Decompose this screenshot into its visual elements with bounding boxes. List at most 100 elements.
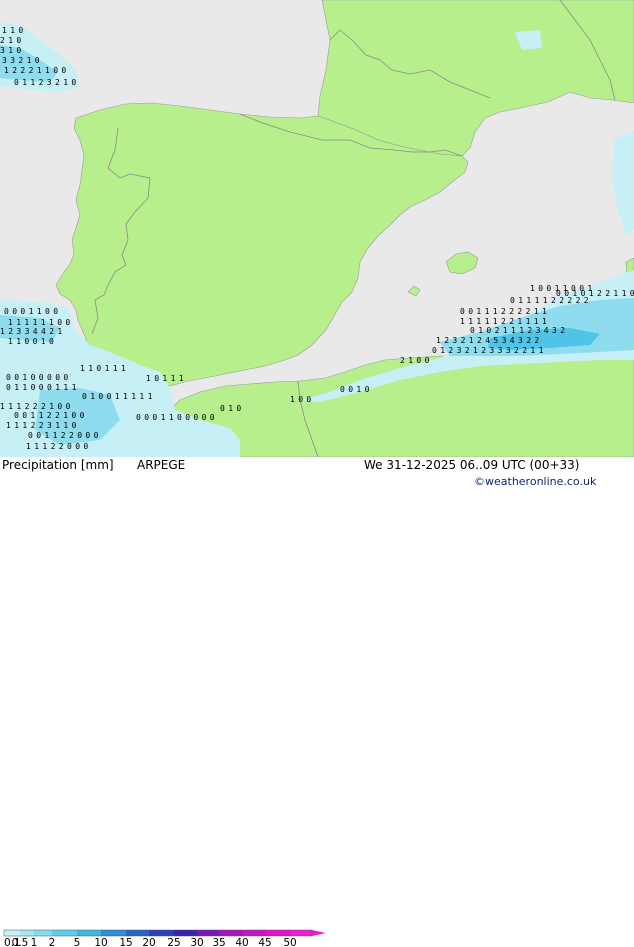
precip-value: 1: [146, 374, 151, 383]
precip-value: 1: [123, 392, 128, 401]
precip-value: 0: [210, 413, 215, 422]
precip-value: 3: [489, 346, 494, 355]
precip-value: 1: [161, 413, 166, 422]
legend-tick-label: 2: [49, 937, 56, 947]
precip-value: 0: [136, 413, 141, 422]
legend-swatch-30: [197, 930, 219, 936]
precip-value: 1: [49, 318, 54, 327]
precip-value: 0: [57, 402, 62, 411]
precip-value: 1: [8, 318, 13, 327]
precip-value: 0: [71, 411, 76, 420]
precip-value: 1: [503, 326, 508, 335]
precip-value: 1: [53, 431, 58, 440]
precip-value: 1: [0, 402, 5, 411]
precip-value: 2: [55, 411, 60, 420]
precip-value: 4: [485, 336, 490, 345]
precip-value: 1: [356, 385, 361, 394]
precipitation-title: Precipitation [mm]: [2, 458, 114, 472]
precip-value: 0: [202, 413, 207, 422]
precip-value: 1: [63, 78, 68, 87]
precip-value: 2: [526, 307, 531, 316]
precip-value: 0: [71, 78, 76, 87]
precip-value: 1: [476, 307, 481, 316]
precip-value: 1: [41, 318, 46, 327]
precip-value: 1: [535, 296, 540, 305]
precip-value: 4: [33, 327, 38, 336]
precip-value: 0: [340, 385, 345, 394]
precip-value: 0: [55, 373, 60, 382]
precip-value: 2: [25, 402, 30, 411]
precip-value: 0: [66, 402, 71, 411]
precip-value: 1: [14, 383, 19, 392]
precip-value: 3: [452, 336, 457, 345]
map-footer: Precipitation [mm] ARPEGE We 31-12-2025 …: [0, 457, 634, 947]
precip-value: 3: [518, 336, 523, 345]
precip-value: 2: [39, 421, 44, 430]
precip-value: 1: [543, 296, 548, 305]
precip-value: 2: [514, 346, 519, 355]
precip-value: 1: [16, 318, 21, 327]
legend-tick-label: 45: [258, 937, 271, 947]
precip-value: 2: [465, 346, 470, 355]
precip-value: 0: [33, 337, 38, 346]
model-label: ARPEGE: [137, 458, 186, 472]
precip-value: 0: [220, 404, 225, 413]
precip-value: 3: [47, 78, 52, 87]
precip-value: 0: [20, 307, 25, 316]
precip-value: 1: [41, 337, 46, 346]
precip-value: 2: [560, 326, 565, 335]
legend-tick-label: 15: [119, 937, 132, 947]
legend-swatch-45: [265, 930, 290, 936]
precip-value: 2: [481, 346, 486, 355]
precip-value: 1: [37, 307, 42, 316]
precip-value: 1: [468, 317, 473, 326]
precip-value: 0: [177, 413, 182, 422]
precip-value: 1: [511, 326, 516, 335]
legend-swatch-15: [126, 930, 149, 936]
legend-swatch-35: [219, 930, 242, 936]
precip-value: 1: [121, 364, 126, 373]
legend-tick-label: 10: [94, 937, 107, 947]
legend-swatch-40: [242, 930, 265, 936]
precip-value: 0: [556, 289, 561, 298]
precip-value: 0: [12, 307, 17, 316]
precip-value: 2: [534, 336, 539, 345]
precip-value: 0: [28, 431, 33, 440]
precip-value: 4: [41, 327, 46, 336]
precip-value: 0: [53, 66, 58, 75]
precip-value: 3: [457, 346, 462, 355]
precip-value: 1: [139, 392, 144, 401]
precip-value: 1: [517, 317, 522, 326]
precip-value: 1: [8, 337, 13, 346]
precip-value: 1: [493, 317, 498, 326]
precip-value: 2: [461, 336, 466, 345]
precip-value: 0: [538, 284, 543, 293]
precip-value: 1: [45, 66, 50, 75]
precip-value: 0: [82, 392, 87, 401]
precip-value: 1: [22, 421, 27, 430]
precip-value: 2: [49, 327, 54, 336]
precip-value: 1: [29, 307, 34, 316]
precip-value: 1: [34, 442, 39, 451]
precip-value: 1: [0, 327, 5, 336]
precip-value: 2: [605, 289, 610, 298]
legend-tick-label: 30: [190, 937, 203, 947]
precip-value: 0: [77, 431, 82, 440]
precip-value: 0: [236, 404, 241, 413]
precip-value: 1: [113, 364, 118, 373]
precip-value: 1: [526, 317, 531, 326]
precip-value: 0: [152, 413, 157, 422]
precip-value: 1: [8, 402, 13, 411]
precip-value: 0: [6, 383, 11, 392]
precip-value: 1: [80, 364, 85, 373]
precip-value: 1: [55, 383, 60, 392]
precip-value: 0: [57, 318, 62, 327]
precip-value: 1: [478, 326, 483, 335]
precip-value: 1: [105, 364, 110, 373]
precip-value: 1: [30, 78, 35, 87]
precip-value: 1: [72, 383, 77, 392]
legend-swatch-10: [101, 930, 126, 936]
precip-value: 1: [8, 36, 13, 45]
precip-value: 1: [131, 392, 136, 401]
precip-value: 0: [98, 392, 103, 401]
